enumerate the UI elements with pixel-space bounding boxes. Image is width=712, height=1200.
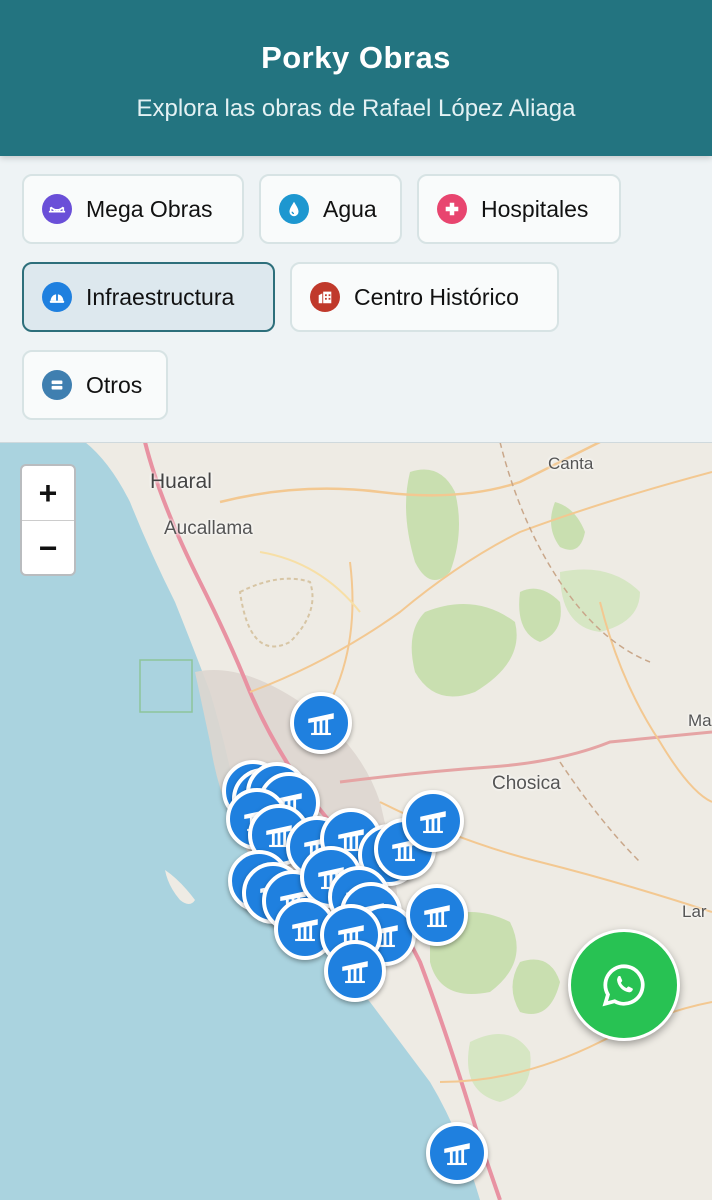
filter-label: Centro Histórico bbox=[354, 283, 519, 310]
app-subtitle: Explora las obras de Rafael López Aliaga bbox=[136, 95, 576, 122]
place-label: Chosica bbox=[492, 773, 561, 794]
filter-label: Infraestructura bbox=[86, 283, 235, 310]
zoom-in-button[interactable]: + bbox=[22, 466, 74, 520]
filter-label: Agua bbox=[323, 195, 377, 222]
road-works-icon bbox=[308, 713, 334, 736]
whatsapp-icon bbox=[602, 964, 645, 1007]
filter-infraestructura[interactable]: Infraestructura bbox=[22, 262, 275, 332]
filter-label: Otros bbox=[86, 371, 143, 398]
road-works-icon bbox=[444, 1143, 470, 1166]
building-icon bbox=[310, 282, 340, 312]
app-title: Porky Obras bbox=[261, 40, 451, 75]
hard-hat-icon bbox=[42, 282, 72, 312]
app-header: Porky Obras Explora las obras de Rafael … bbox=[0, 0, 712, 156]
whatsapp-button[interactable] bbox=[568, 929, 680, 1041]
place-label: Huaral bbox=[150, 470, 212, 493]
filter-mega-obras[interactable]: Mega Obras bbox=[22, 174, 244, 244]
category-filters: Mega Obras Agua Hospitales Infraestructu… bbox=[0, 156, 712, 443]
zoom-control: + − bbox=[20, 464, 76, 576]
map-marker[interactable] bbox=[290, 692, 352, 754]
bridge-icon bbox=[42, 194, 72, 224]
zoom-out-button[interactable]: − bbox=[22, 520, 74, 575]
filter-otros[interactable]: Otros bbox=[22, 350, 168, 420]
map-marker[interactable] bbox=[426, 1122, 488, 1184]
place-label: Canta bbox=[548, 454, 594, 473]
map-view[interactable]: Huaral Aucallama Canta Chosica Ma Lar + … bbox=[0, 442, 712, 1200]
filter-hospitales[interactable]: Hospitales bbox=[417, 174, 621, 244]
medical-cross-icon bbox=[437, 194, 467, 224]
map-marker[interactable] bbox=[324, 940, 386, 1002]
filter-label: Mega Obras bbox=[86, 195, 213, 222]
place-label: Lar bbox=[682, 902, 707, 921]
list-icon bbox=[42, 370, 72, 400]
filter-label: Hospitales bbox=[481, 195, 589, 222]
map-marker[interactable] bbox=[406, 884, 468, 946]
filter-agua[interactable]: Agua bbox=[259, 174, 402, 244]
road-works-icon bbox=[342, 961, 368, 984]
water-drop-icon bbox=[279, 194, 309, 224]
place-label: Aucallama bbox=[164, 518, 253, 539]
road-works-icon bbox=[292, 919, 318, 942]
filter-centro-historico[interactable]: Centro Histórico bbox=[290, 262, 559, 332]
place-label: Ma bbox=[688, 711, 712, 730]
road-works-icon bbox=[420, 811, 446, 834]
road-works-icon bbox=[424, 905, 450, 928]
map-marker[interactable] bbox=[402, 790, 464, 852]
